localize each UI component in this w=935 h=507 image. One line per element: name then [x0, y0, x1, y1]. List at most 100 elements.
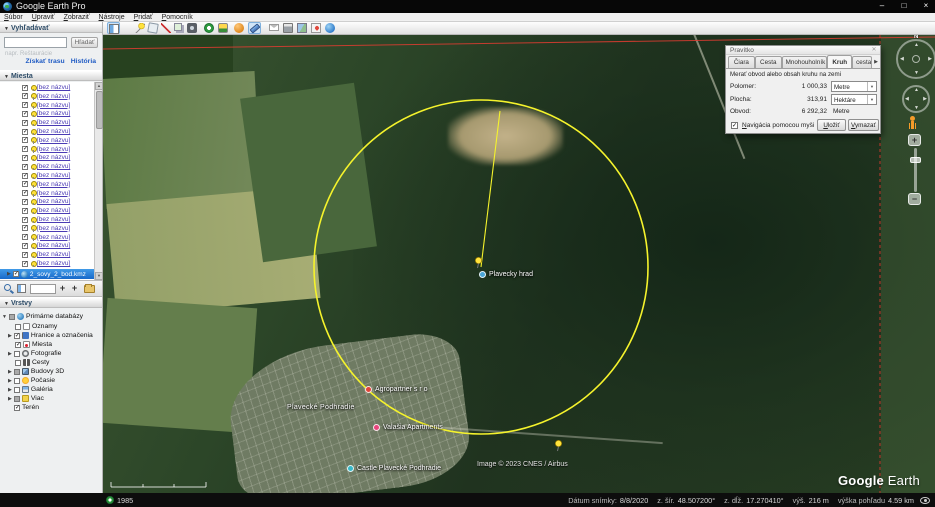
expand-arrow-icon[interactable]: ▶: [7, 271, 11, 277]
get-directions-link[interactable]: Získať trasu: [26, 58, 65, 65]
toggle-sidebar-button[interactable]: [107, 22, 120, 34]
layer-checkbox[interactable]: [14, 351, 20, 357]
map-pushpin-icon[interactable]: [474, 256, 483, 268]
layer-item-po-asie[interactable]: ▶Počasie: [0, 376, 102, 385]
places-item[interactable]: ✓[bez názvu]: [0, 180, 88, 189]
menu-item-súbor[interactable]: Súbor: [4, 13, 23, 22]
item-checkbox[interactable]: ✓: [22, 217, 28, 223]
item-checkbox[interactable]: ✓: [13, 271, 19, 277]
layer-checkbox[interactable]: [15, 324, 21, 330]
places-item[interactable]: ✓[bez názvu]: [0, 189, 88, 198]
places-item[interactable]: ✓[bez názvu]: [0, 92, 88, 101]
item-checkbox[interactable]: ✓: [22, 225, 28, 231]
places-item-label[interactable]: [bez názvu]: [37, 119, 70, 126]
places-item[interactable]: ✓[bez názvu]: [0, 233, 88, 242]
mouse-nav-checkbox[interactable]: ✓: [731, 122, 738, 129]
layer-item-miesta[interactable]: ✓Miesta: [0, 340, 102, 349]
item-checkbox[interactable]: ✓: [22, 102, 28, 108]
places-item[interactable]: ✓[bez názvu]: [0, 127, 88, 136]
zoom-in-button[interactable]: +: [908, 134, 921, 146]
item-checkbox[interactable]: ✓: [22, 164, 28, 170]
places-item-label[interactable]: [bez názvu]: [37, 207, 70, 214]
add-placemark-button[interactable]: [134, 22, 147, 34]
places-item-label[interactable]: [bez názvu]: [37, 216, 70, 223]
unit-dropdown[interactable]: Hektáre▼: [831, 94, 877, 105]
item-checkbox[interactable]: ✓: [22, 234, 28, 240]
ruler-tab-cesta-3d[interactable]: cesta 3D: [852, 56, 872, 68]
expand-arrow-icon[interactable]: ▶: [8, 387, 12, 393]
add-path-button[interactable]: [160, 22, 173, 34]
item-checkbox[interactable]: ✓: [22, 208, 28, 214]
item-checkbox[interactable]: ✓: [22, 137, 28, 143]
look-down-icon[interactable]: ▼: [914, 70, 919, 76]
item-checkbox[interactable]: ✓: [22, 243, 28, 249]
collapse-triangle-icon[interactable]: ▼: [2, 314, 7, 320]
places-item-label[interactable]: [bez názvu]: [37, 260, 70, 267]
places-panel-header[interactable]: ▼Miesta: [0, 70, 102, 81]
ruler-tab-mnohouholn-k[interactable]: Mnohouholník: [782, 56, 828, 68]
layer-item-viac[interactable]: ▶Viac: [0, 394, 102, 403]
scroll-up-icon[interactable]: ▲: [95, 82, 103, 90]
layer-checkbox[interactable]: [9, 314, 15, 320]
zoom-slider-handle[interactable]: [910, 157, 921, 163]
save-image-button[interactable]: [296, 22, 309, 34]
item-checkbox[interactable]: ✓: [22, 173, 28, 179]
layer-item-fotografie[interactable]: ▶Fotografie: [0, 349, 102, 358]
menu-item-nástroje[interactable]: Nástroje: [99, 13, 125, 22]
places-item[interactable]: ✓[bez názvu]: [0, 118, 88, 127]
planets-button[interactable]: [233, 22, 246, 34]
layer-checkbox[interactable]: ✓: [14, 333, 20, 339]
search-panel-header[interactable]: ▼Vyhľadávať: [0, 22, 102, 33]
add-content-button[interactable]: +: [69, 283, 80, 294]
menu-item-pomocník[interactable]: Pomocník: [162, 13, 193, 22]
expand-arrow-icon[interactable]: ▶: [8, 396, 12, 402]
save-button[interactable]: Uložiť: [817, 119, 846, 131]
map-pushpin-icon[interactable]: [554, 439, 563, 451]
expand-arrow-icon[interactable]: ▶: [8, 351, 12, 357]
layer-checkbox[interactable]: [14, 387, 20, 393]
places-item-label[interactable]: [bez názvu]: [37, 225, 70, 232]
layer-item-budovy-3d[interactable]: ▶Budovy 3D: [0, 367, 102, 376]
look-joystick[interactable]: N ▲ ▼ ◀ ▶: [896, 39, 935, 79]
places-item-label[interactable]: [bez názvu]: [37, 163, 70, 170]
layer-item-oznamy[interactable]: Oznamy: [0, 322, 102, 331]
expand-arrow-icon[interactable]: ▶: [8, 378, 12, 384]
zoom-out-button[interactable]: −: [908, 193, 921, 205]
item-checkbox[interactable]: ✓: [22, 190, 28, 196]
launch-earth-web-button[interactable]: [324, 22, 337, 34]
poi-castle-plavecke-podhradie[interactable]: Castle Plavecké Podhradie: [347, 465, 441, 472]
time-slider-toggle[interactable]: 1985: [106, 496, 133, 505]
layer-checkbox[interactable]: ✓: [14, 405, 20, 411]
scroll-down-icon[interactable]: ▼: [95, 272, 103, 280]
places-filter-input[interactable]: [30, 284, 56, 294]
layer-item-ter-n[interactable]: ✓Terén: [0, 403, 102, 412]
search-places-icon[interactable]: [4, 284, 11, 291]
ruler-button[interactable]: [248, 22, 261, 34]
expand-arrow-icon[interactable]: ▶: [8, 369, 12, 375]
poi-agropartner[interactable]: Agropartner s r o: [365, 386, 428, 393]
places-item-label[interactable]: [bez názvu]: [37, 198, 70, 205]
places-item-label[interactable]: [bez názvu]: [37, 172, 70, 179]
places-item[interactable]: ✓ [bez názvu]: [0, 215, 88, 224]
item-checkbox[interactable]: ✓: [22, 252, 28, 258]
add-content-button[interactable]: +: [57, 283, 68, 294]
history-link[interactable]: História: [71, 58, 96, 65]
placemark-plavecky-hrad[interactable]: Plavecky hrad: [479, 271, 533, 278]
places-item[interactable]: ✓[bez názvu]: [0, 109, 88, 118]
zoom-slider-track[interactable]: [914, 148, 917, 192]
layer-checkbox[interactable]: [15, 360, 21, 366]
places-item[interactable]: ✓[bez názvu]: [0, 136, 88, 145]
poi-valasia-apartments[interactable]: Valašia Apartments: [373, 424, 443, 431]
map-viewport[interactable]: Plavecky hradAgropartner s r oPlavecké P…: [103, 35, 935, 493]
add-image-overlay-button[interactable]: [173, 22, 186, 34]
places-item-label[interactable]: [bez názvu]: [37, 102, 70, 109]
expand-arrow-icon[interactable]: ▶: [8, 333, 12, 339]
item-checkbox[interactable]: ✓: [22, 199, 28, 205]
item-checkbox[interactable]: ✓: [22, 93, 28, 99]
pegman-icon[interactable]: [906, 116, 918, 132]
email-button[interactable]: [268, 22, 281, 34]
search-button[interactable]: Hľadať: [71, 37, 98, 48]
tab-scroll-right-icon[interactable]: ▶: [872, 56, 880, 68]
move-joystick[interactable]: ▲ ▼ ◀ ▶: [902, 85, 930, 113]
places-item[interactable]: ✓ [bez názvu]: [0, 224, 88, 233]
